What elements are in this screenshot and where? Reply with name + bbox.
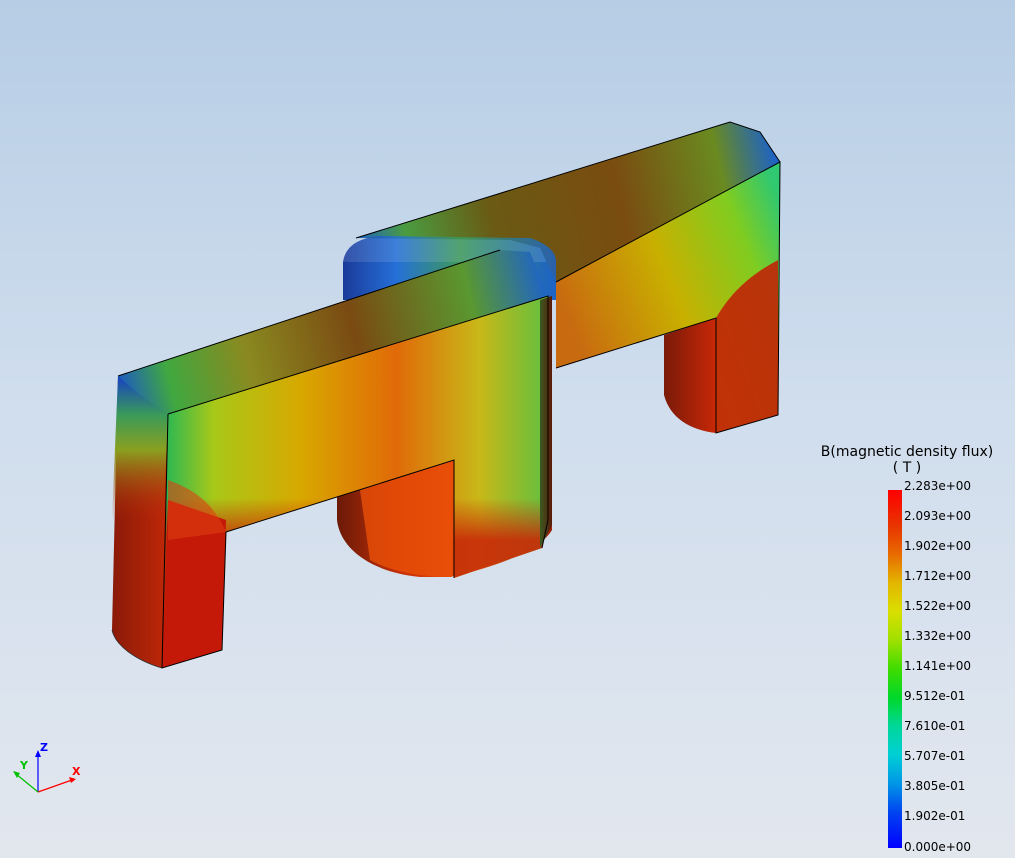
colorbar-tick: 0.000e+00	[904, 840, 972, 854]
front-core	[111, 249, 552, 669]
colorbar-tick: 1.332e+00	[904, 629, 972, 643]
colorbar-ticks: 2.283e+00 2.093e+00 1.902e+00 1.712e+00 …	[904, 0, 1004, 858]
colorbar-tick: 2.283e+00	[904, 479, 972, 493]
colorbar	[888, 490, 902, 848]
colorbar-tick: 1.712e+00	[904, 569, 972, 583]
axes-labels: Z Y X	[10, 738, 90, 802]
colorbar-tick: 3.805e-01	[904, 779, 966, 793]
colorbar-tick: 5.707e-01	[904, 749, 966, 763]
z-axis-label: Z	[40, 741, 48, 754]
colorbar-tick: 1.902e+00	[904, 539, 972, 553]
3d-viewport[interactable]	[0, 0, 1015, 858]
y-axis-label: Y	[20, 759, 28, 772]
colorbar-tick: 7.610e-01	[904, 719, 966, 733]
colorbar-tick: 1.522e+00	[904, 599, 972, 613]
back-right-leg	[664, 318, 716, 433]
colorbar-tick: 1.902e-01	[904, 809, 966, 823]
x-axis-label: X	[72, 765, 81, 778]
colorbar-tick: 2.093e+00	[904, 509, 972, 523]
front-right-end	[540, 296, 552, 548]
colorbar-tick: 9.512e-01	[904, 689, 966, 703]
colorbar-tick: 1.141e+00	[904, 659, 972, 673]
